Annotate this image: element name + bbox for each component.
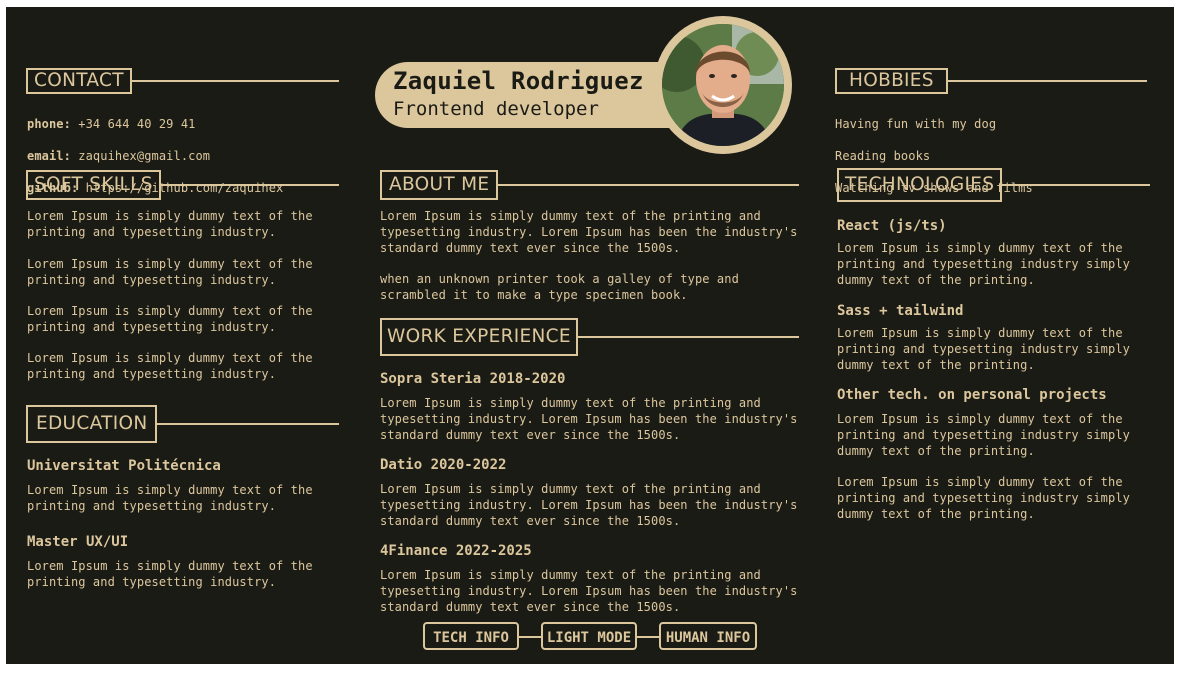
work-text: Lorem Ipsum is simply dummy text of the … bbox=[380, 482, 798, 528]
human-info-button[interactable]: HUMAN INFO bbox=[659, 622, 757, 650]
technologies-heading: TECHNOLOGIES bbox=[837, 168, 1150, 202]
about-heading-rule bbox=[498, 184, 799, 186]
tech-text: Lorem Ipsum is simply dummy text of the … bbox=[837, 475, 1130, 521]
soft-skills-heading-rule bbox=[160, 184, 339, 186]
work-heading: WORK EXPERIENCE bbox=[380, 318, 799, 356]
soft-skills-heading-label: SOFT SKILLS bbox=[26, 170, 161, 200]
education-heading-label: EDUCATION bbox=[26, 405, 158, 443]
footer-connector bbox=[518, 636, 542, 638]
soft-skill-item: Lorem Ipsum is simply dummy text of the … bbox=[27, 257, 313, 287]
soft-skill-item: Lorem Ipsum is simply dummy text of the … bbox=[27, 304, 313, 334]
about-heading: ABOUT ME bbox=[380, 170, 799, 200]
work-heading-label: WORK EXPERIENCE bbox=[380, 318, 578, 356]
education-text: Lorem Ipsum is simply dummy text of the … bbox=[27, 483, 313, 513]
about-paragraph: when an unknown printer took a galley of… bbox=[380, 272, 739, 302]
work-text: Lorem Ipsum is simply dummy text of the … bbox=[380, 396, 798, 442]
tech-text: Lorem Ipsum is simply dummy text of the … bbox=[837, 326, 1130, 372]
contact-heading-rule bbox=[131, 80, 339, 82]
technologies-heading-rule bbox=[1002, 184, 1150, 186]
hobbies-heading-rule bbox=[947, 80, 1147, 82]
profile-name: Zaquiel Rodriguez bbox=[393, 67, 644, 95]
tech-text: Lorem Ipsum is simply dummy text of the … bbox=[837, 241, 1130, 287]
soft-skills-heading: SOFT SKILLS bbox=[26, 170, 339, 200]
footer-connector bbox=[636, 636, 660, 638]
hobbies-heading-label: HOBBIES bbox=[835, 68, 948, 94]
work-title: Sopra Steria 2018-2020 bbox=[380, 371, 566, 387]
contact-heading: CONTACT bbox=[26, 68, 339, 94]
tech-text: Lorem Ipsum is simply dummy text of the … bbox=[837, 412, 1130, 458]
tech-title: React (js/ts) bbox=[837, 218, 947, 234]
tech-title: Sass + tailwind bbox=[837, 303, 964, 319]
hobby-item: Reading books bbox=[835, 149, 931, 163]
hobby-item: Having fun with my dog bbox=[835, 117, 997, 131]
soft-skill-item: Lorem Ipsum is simply dummy text of the … bbox=[27, 351, 313, 381]
education-title: Universitat Politécnica bbox=[27, 458, 221, 474]
phone-value[interactable]: +34 644 40 29 41 bbox=[78, 117, 195, 131]
profile-role: Frontend developer bbox=[393, 98, 599, 120]
avatar-photo bbox=[662, 24, 784, 146]
work-title: Datio 2020-2022 bbox=[380, 457, 507, 473]
tech-info-button[interactable]: TECH INFO bbox=[423, 622, 519, 650]
email-link[interactable]: zaquihex@gmail.com bbox=[78, 149, 210, 163]
work-text: Lorem Ipsum is simply dummy text of the … bbox=[380, 568, 798, 614]
contact-email: email: zaquihex@gmail.com bbox=[27, 149, 211, 163]
tech-title: Other tech. on personal projects bbox=[837, 387, 1107, 403]
avatar bbox=[654, 16, 792, 154]
education-heading-rule bbox=[157, 423, 339, 425]
education-heading: EDUCATION bbox=[26, 405, 339, 443]
education-text: Lorem Ipsum is simply dummy text of the … bbox=[27, 559, 313, 589]
work-title: 4Finance 2022-2025 bbox=[380, 543, 532, 559]
education-title: Master UX/UI bbox=[27, 534, 129, 550]
work-heading-rule bbox=[577, 336, 799, 338]
contact-heading-label: CONTACT bbox=[26, 68, 132, 94]
contact-phone: phone: +34 644 40 29 41 bbox=[27, 117, 196, 131]
soft-skill-item: Lorem Ipsum is simply dummy text of the … bbox=[27, 209, 313, 239]
technologies-heading-label: TECHNOLOGIES bbox=[837, 168, 1003, 202]
light-mode-button[interactable]: LIGHT MODE bbox=[541, 622, 637, 650]
about-paragraph: Lorem Ipsum is simply dummy text of the … bbox=[380, 209, 798, 255]
about-heading-label: ABOUT ME bbox=[380, 170, 499, 200]
hobbies-heading: HOBBIES bbox=[835, 68, 1147, 94]
